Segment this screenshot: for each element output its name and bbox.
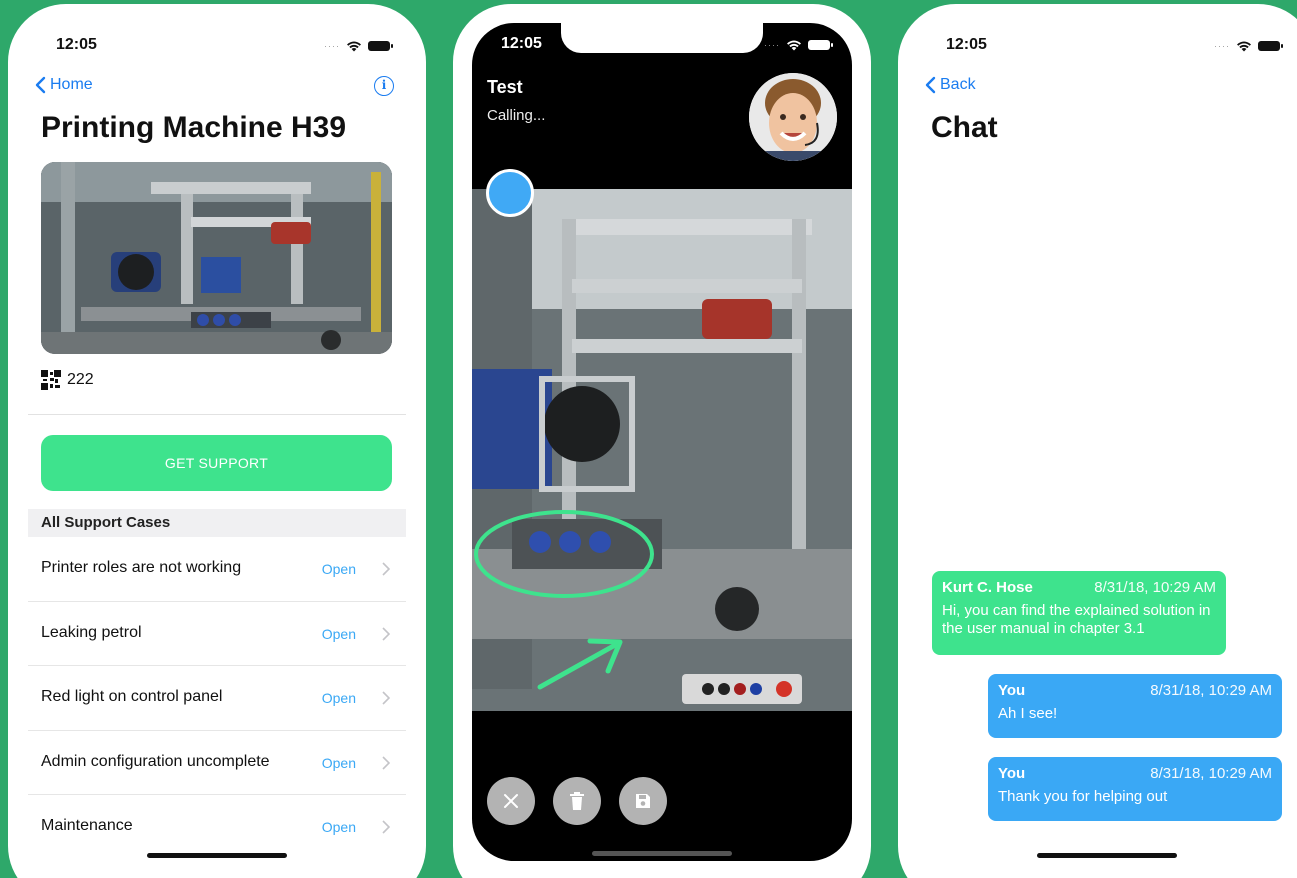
- color-picker-button[interactable]: [486, 169, 534, 217]
- status-bar: 12:05 ····: [8, 34, 426, 56]
- battery-icon: [808, 40, 833, 50]
- save-icon: [636, 794, 650, 808]
- phone-machine-detail: 12:05 ···· Home i Printing Machine H39 2…: [8, 4, 426, 878]
- signal-icon: ····: [1214, 41, 1230, 51]
- case-row[interactable]: Printer roles are not working Open: [28, 537, 406, 602]
- chevron-right-icon: [382, 562, 390, 576]
- trash-icon: [570, 792, 584, 810]
- message-sender: You: [998, 682, 1026, 699]
- message-time: 8/31/18, 10:29 AM: [1150, 682, 1272, 699]
- notch: [561, 23, 763, 53]
- message-header: Kurt C. Hose 8/31/18, 10:29 AM: [942, 579, 1216, 596]
- message-text: Thank you for helping out: [998, 788, 1168, 805]
- battery-icon: [368, 41, 393, 51]
- status-time: 12:05: [946, 36, 987, 53]
- case-status: Open: [321, 561, 356, 577]
- home-indicator[interactable]: [147, 853, 287, 858]
- case-status: Open: [321, 625, 356, 642]
- back-label: Back: [940, 76, 976, 93]
- signal-icon: ····: [764, 40, 780, 50]
- page-title: Chat: [931, 111, 998, 144]
- message-sender: Kurt C. Hose: [942, 579, 1033, 596]
- page-title: Printing Machine H39: [41, 111, 347, 144]
- message-time: 8/31/18, 10:29 AM: [1094, 579, 1216, 596]
- end-call-button[interactable]: [487, 777, 535, 825]
- chevron-right-icon: [382, 691, 390, 705]
- battery-icon: [1258, 41, 1283, 51]
- status-bar: 12:05 ····: [898, 34, 1297, 56]
- chevron-right-icon: [382, 626, 390, 641]
- home-indicator[interactable]: [1037, 853, 1177, 858]
- back-button[interactable]: Home: [34, 76, 93, 94]
- signal-icon: ····: [324, 41, 340, 51]
- section-header: All Support Cases: [28, 509, 406, 537]
- case-status: Open: [321, 754, 356, 771]
- case-row[interactable]: Red light on control panel Open: [28, 666, 406, 731]
- feed-illustration: [472, 189, 852, 711]
- wifi-icon: [787, 40, 801, 51]
- status-time: 12:05: [501, 35, 542, 52]
- avatar-face: [749, 73, 837, 161]
- get-support-button[interactable]: GET SUPPORT: [41, 435, 392, 491]
- machine-detail-screen: 12:05 ···· Home i Printing Machine H39 2…: [8, 4, 426, 878]
- back-label: Home: [50, 76, 93, 93]
- machine-id-row: 222: [41, 370, 94, 390]
- divider: [28, 414, 406, 415]
- save-button[interactable]: [619, 777, 667, 825]
- wifi-icon: [1237, 41, 1251, 52]
- qr-code-icon: [41, 370, 61, 390]
- chevron-left-icon: [35, 76, 46, 94]
- status-icons: ····: [1214, 40, 1283, 52]
- info-icon[interactable]: i: [374, 76, 394, 96]
- chevron-right-icon: [382, 820, 390, 834]
- status-time: 12:05: [56, 36, 97, 53]
- status-icons: ····: [764, 39, 833, 51]
- message-time: 8/31/18, 10:29 AM: [1150, 765, 1272, 782]
- delete-drawing-button[interactable]: [553, 777, 601, 825]
- message-header: You 8/31/18, 10:29 AM: [998, 682, 1272, 699]
- call-controls: [487, 777, 667, 825]
- machine-illustration: [41, 162, 392, 354]
- support-case-list: Printer roles are not working Open Leaki…: [28, 537, 406, 860]
- case-status: Open: [321, 819, 356, 835]
- message-text: Hi, you can find the explained solution …: [942, 602, 1211, 637]
- back-button[interactable]: Back: [924, 76, 976, 94]
- case-title: Red light on control panel: [41, 688, 223, 705]
- close-icon: [504, 794, 518, 808]
- machine-photo: [41, 162, 392, 354]
- message-sender: You: [998, 765, 1026, 782]
- case-title: Maintenance: [41, 817, 133, 834]
- message-header: You 8/31/18, 10:29 AM: [998, 765, 1272, 782]
- video-call-screen: 12:05 ···· Test Calling...: [472, 23, 852, 861]
- chat-screen: 12:05 ···· Back Chat Kurt C. Hose 8/31/1…: [898, 4, 1297, 878]
- message-text: Ah I see!: [998, 705, 1058, 722]
- caller-avatar: [749, 73, 837, 161]
- status-icons: ····: [324, 40, 393, 52]
- case-row[interactable]: Leaking petrol Open: [28, 602, 406, 666]
- camera-feed[interactable]: [472, 189, 852, 711]
- call-status: Calling...: [487, 107, 546, 124]
- message-bubble-sent: You 8/31/18, 10:29 AM Ah I see!: [988, 674, 1282, 738]
- case-title: Printer roles are not working: [41, 559, 242, 576]
- case-row[interactable]: Maintenance Open: [28, 795, 406, 860]
- wifi-icon: [347, 41, 361, 52]
- home-indicator[interactable]: [592, 851, 732, 856]
- chevron-right-icon: [382, 755, 390, 770]
- message-bubble-sent: You 8/31/18, 10:29 AM Thank you for help…: [988, 757, 1282, 821]
- phone-chat: 12:05 ···· Back Chat Kurt C. Hose 8/31/1…: [898, 4, 1297, 878]
- case-title: Admin configuration uncomplete: [41, 752, 270, 770]
- case-status: Open: [321, 690, 356, 706]
- caller-name: Test: [487, 77, 523, 97]
- machine-id: 222: [67, 371, 94, 388]
- case-row[interactable]: Admin configuration uncomplete Open: [28, 731, 406, 795]
- message-bubble-received: Kurt C. Hose 8/31/18, 10:29 AM Hi, you c…: [932, 571, 1226, 655]
- chevron-left-icon: [925, 76, 936, 94]
- case-title: Leaking petrol: [41, 623, 142, 641]
- phone-video-call: 12:05 ···· Test Calling...: [453, 4, 871, 878]
